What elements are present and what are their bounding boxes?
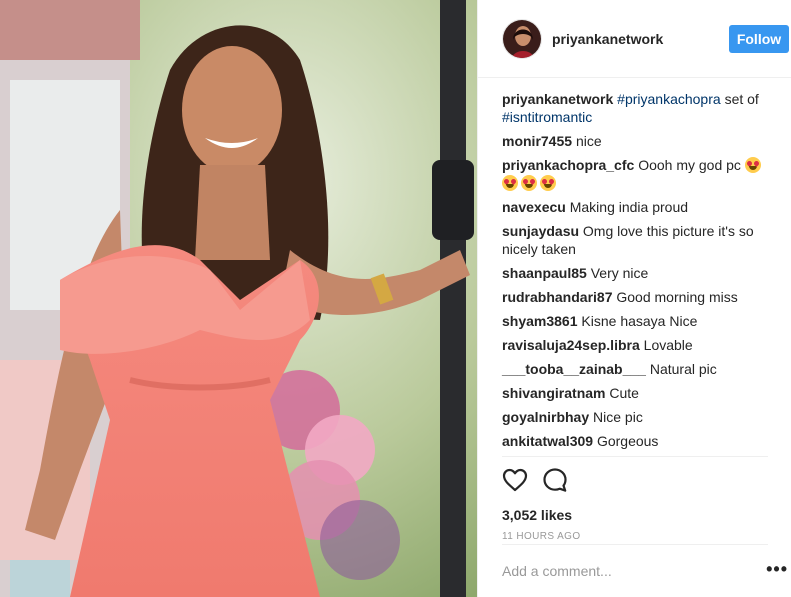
avatar[interactable] bbox=[502, 18, 542, 59]
list-item: navexecu Making india proud bbox=[502, 198, 774, 216]
heart-eyes-emoji-icon bbox=[540, 175, 556, 191]
list-item: ___tooba__zainab___ Natural pic bbox=[502, 360, 774, 378]
comment-username[interactable]: shaanpaul85 bbox=[502, 265, 587, 281]
comment-username[interactable]: ravisaluja24sep.libra bbox=[502, 337, 640, 353]
comment-text: Oooh my god pc bbox=[638, 157, 741, 173]
add-comment-bar: ••• bbox=[502, 544, 787, 597]
comment-username[interactable]: shivangiratnam bbox=[502, 385, 605, 401]
comment-text: Gorgeous bbox=[596, 433, 659, 449]
list-item: sunjaydasu Omg love this picture it's so… bbox=[502, 222, 774, 258]
photo-illustration bbox=[0, 0, 477, 597]
comment-username[interactable]: ankitatwal309 bbox=[502, 433, 593, 449]
post-header: priyankanetwork Follow bbox=[478, 0, 791, 78]
comment-username[interactable]: navexecu bbox=[502, 199, 566, 215]
list-item: priyankachopra_cfc Oooh my god pc bbox=[502, 156, 774, 192]
comment-text: Natural pic bbox=[649, 361, 717, 377]
comment-text: Nice pic bbox=[593, 409, 643, 425]
comment-text: Very nice bbox=[590, 265, 649, 281]
comment-username[interactable]: ___tooba__zainab___ bbox=[502, 361, 646, 377]
comment-text: Cute bbox=[609, 385, 639, 401]
comment-text: Good morning miss bbox=[616, 289, 738, 305]
list-item: rudrabhandari87 Good morning miss bbox=[502, 288, 774, 306]
list-item: goyalnirbhay Nice pic bbox=[502, 408, 774, 426]
comment-username[interactable]: priyankachopra_cfc bbox=[502, 157, 634, 173]
comment-username[interactable]: goyalnirbhay bbox=[502, 409, 589, 425]
list-item: ravisaluja24sep.libra Lovable bbox=[502, 336, 774, 354]
heart-icon[interactable] bbox=[502, 467, 528, 493]
more-options-icon[interactable]: ••• bbox=[766, 560, 788, 578]
post-actions: 3,052 likes 11 HOURS AGO bbox=[502, 456, 768, 542]
caption: priyankanetwork #priyankachopra set of #… bbox=[502, 90, 774, 126]
comment-username[interactable]: sunjaydasu bbox=[502, 223, 579, 239]
comment-text: Kisne hasaya Nice bbox=[581, 313, 698, 329]
post-photo[interactable] bbox=[0, 0, 477, 597]
heart-eyes-emoji-icon bbox=[744, 157, 761, 173]
caption-username[interactable]: priyankanetwork bbox=[502, 91, 613, 107]
list-item: ankitatwal309 Gorgeous bbox=[502, 432, 774, 450]
action-icons bbox=[502, 467, 768, 493]
comments-list: priyankanetwork #priyankachopra set of #… bbox=[502, 90, 774, 456]
post-author-username[interactable]: priyankanetwork bbox=[552, 31, 663, 47]
heart-eyes-emoji-icon bbox=[502, 175, 518, 191]
list-item: shaanpaul85 Very nice bbox=[502, 264, 774, 282]
heart-eyes-emoji-icon bbox=[521, 175, 537, 191]
comment-username[interactable]: rudrabhandari87 bbox=[502, 289, 612, 305]
post-timestamp[interactable]: 11 HOURS AGO bbox=[502, 531, 768, 542]
list-item: shivangiratnam Cute bbox=[502, 384, 774, 402]
comment-input[interactable] bbox=[502, 563, 732, 579]
comment-text: Lovable bbox=[643, 337, 693, 353]
list-item: shyam3861 Kisne hasaya Nice bbox=[502, 312, 774, 330]
follow-button[interactable]: Follow bbox=[729, 25, 789, 53]
comment-text: nice bbox=[575, 133, 602, 149]
post-side-panel: priyankanetwork Follow priyankanetwork #… bbox=[477, 0, 791, 597]
like-count[interactable]: 3,052 likes bbox=[502, 507, 768, 523]
list-item: monir7455 nice bbox=[502, 132, 774, 150]
comment-username[interactable]: shyam3861 bbox=[502, 313, 578, 329]
caption-text: set of bbox=[724, 91, 759, 107]
comment-bubble-icon[interactable] bbox=[542, 467, 568, 493]
hashtag-link[interactable]: #isntitromantic bbox=[502, 109, 592, 125]
comment-username[interactable]: monir7455 bbox=[502, 133, 572, 149]
hashtag-link[interactable]: #priyankachopra bbox=[617, 91, 721, 107]
avatar-image bbox=[503, 19, 541, 58]
comment-text: Making india proud bbox=[569, 199, 689, 215]
instagram-post: priyankanetwork Follow priyankanetwork #… bbox=[0, 0, 791, 597]
